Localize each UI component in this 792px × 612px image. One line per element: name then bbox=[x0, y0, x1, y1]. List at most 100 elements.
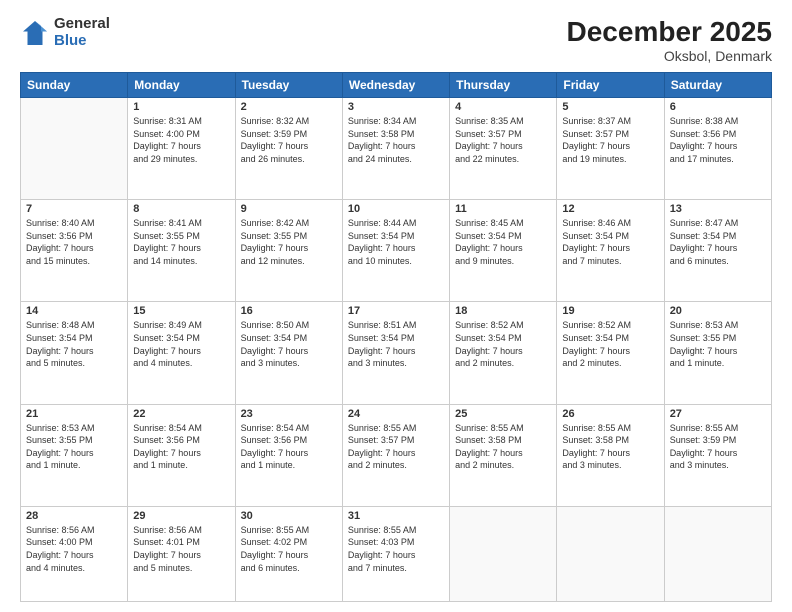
col-thursday: Thursday bbox=[450, 73, 557, 98]
table-row: 10 Sunrise: 8:44 AMSunset: 3:54 PMDayligh… bbox=[342, 200, 449, 302]
day-number: 13 bbox=[670, 203, 766, 215]
calendar-table: Sunday Monday Tuesday Wednesday Thursday… bbox=[20, 72, 772, 602]
table-row: 3Sunrise: 8:34 AMSunset: 3:58 PMDaylight… bbox=[342, 98, 449, 200]
col-sunday: Sunday bbox=[21, 73, 128, 98]
table-row: 1 Sunrise: 8:31 AMSunset: 4:00 PMDaylight… bbox=[128, 98, 235, 200]
day-number: 12 bbox=[562, 203, 658, 215]
table-row: 9 Sunrise: 8:42 AMSunset: 3:55 PMDaylight… bbox=[235, 200, 342, 302]
day-number: 29 bbox=[133, 510, 229, 522]
day-info: Sunrise: 8:52 AMSunset: 3:54 PMDaylight:… bbox=[455, 319, 551, 369]
table-row: 13Sunrise: 8:47 AMSunset: 3:54 PMDayligh… bbox=[664, 200, 771, 302]
table-row: 14Sunrise: 8:48 AMSunset: 3:54 PMDayligh… bbox=[21, 302, 128, 404]
table-row bbox=[664, 506, 771, 601]
table-row: 19 Sunrise: 8:52 AMSunset: 3:54 PMDayligh… bbox=[557, 302, 664, 404]
day-info: Sunrise: 8:35 AMSunset: 3:57 PMDaylight:… bbox=[455, 115, 551, 165]
day-info: Sunrise: 8:32 AMSunset: 3:59 PMDaylight:… bbox=[241, 115, 337, 165]
day-info: Sunrise: 8:31 AMSunset: 4:00 PMDaylight:… bbox=[133, 115, 229, 165]
day-info: Sunrise: 8:53 AMSunset: 3:55 PMDaylight:… bbox=[670, 319, 766, 369]
day-info: Sunrise: 8:55 AMSunset: 3:57 PMDaylight:… bbox=[348, 422, 444, 472]
table-row: 25 Sunrise: 8:55 AMSunset: 3:58 PMDayligh… bbox=[450, 404, 557, 506]
day-info: Sunrise: 8:37 AMSunset: 3:57 PMDaylight:… bbox=[562, 115, 658, 165]
day-number: 15 bbox=[133, 305, 229, 317]
day-number: 18 bbox=[455, 305, 551, 317]
logo: General Blue bbox=[20, 16, 110, 49]
subtitle: Oksbol, Denmark bbox=[567, 48, 772, 64]
day-info: Sunrise: 8:55 AMSunset: 3:58 PMDaylight:… bbox=[455, 422, 551, 472]
day-number: 5 bbox=[562, 101, 658, 113]
day-number: 4 bbox=[455, 101, 551, 113]
col-friday: Friday bbox=[557, 73, 664, 98]
day-number: 19 bbox=[562, 305, 658, 317]
day-info: Sunrise: 8:55 AMSunset: 3:58 PMDaylight:… bbox=[562, 422, 658, 472]
table-row bbox=[557, 506, 664, 601]
table-row: 4 Sunrise: 8:35 AMSunset: 3:57 PMDaylight… bbox=[450, 98, 557, 200]
day-number: 7 bbox=[26, 203, 122, 215]
day-number: 16 bbox=[241, 305, 337, 317]
day-info: Sunrise: 8:45 AMSunset: 3:54 PMDaylight:… bbox=[455, 217, 551, 267]
day-number: 27 bbox=[670, 408, 766, 420]
table-row: 16Sunrise: 8:50 AMSunset: 3:54 PMDayligh… bbox=[235, 302, 342, 404]
day-number: 10 bbox=[348, 203, 444, 215]
table-row: 20 Sunrise: 8:53 AMSunset: 3:55 PMDayligh… bbox=[664, 302, 771, 404]
day-number: 20 bbox=[670, 305, 766, 317]
title-block: December 2025 Oksbol, Denmark bbox=[567, 16, 772, 64]
day-info: Sunrise: 8:46 AMSunset: 3:54 PMDaylight:… bbox=[562, 217, 658, 267]
table-row: 8 Sunrise: 8:41 AMSunset: 3:55 PMDaylight… bbox=[128, 200, 235, 302]
calendar-header-row: Sunday Monday Tuesday Wednesday Thursday… bbox=[21, 73, 772, 98]
table-row: 7 Sunrise: 8:40 AMSunset: 3:56 PMDaylight… bbox=[21, 200, 128, 302]
table-row: 27 Sunrise: 8:55 AMSunset: 3:59 PMDayligh… bbox=[664, 404, 771, 506]
day-info: Sunrise: 8:40 AMSunset: 3:56 PMDaylight:… bbox=[26, 217, 122, 267]
day-number: 6 bbox=[670, 101, 766, 113]
table-row bbox=[21, 98, 128, 200]
day-number: 24 bbox=[348, 408, 444, 420]
table-row: 6Sunrise: 8:38 AMSunset: 3:56 PMDaylight… bbox=[664, 98, 771, 200]
day-number: 11 bbox=[455, 203, 551, 215]
table-row: 28Sunrise: 8:56 AMSunset: 4:00 PMDayligh… bbox=[21, 506, 128, 601]
day-info: Sunrise: 8:55 AMSunset: 4:02 PMDaylight:… bbox=[241, 524, 337, 574]
day-info: Sunrise: 8:42 AMSunset: 3:55 PMDaylight:… bbox=[241, 217, 337, 267]
day-number: 14 bbox=[26, 305, 122, 317]
table-row: 24 Sunrise: 8:55 AMSunset: 3:57 PMDayligh… bbox=[342, 404, 449, 506]
day-number: 8 bbox=[133, 203, 229, 215]
day-info: Sunrise: 8:34 AMSunset: 3:58 PMDaylight:… bbox=[348, 115, 444, 165]
table-row: 18 Sunrise: 8:52 AMSunset: 3:54 PMDayligh… bbox=[450, 302, 557, 404]
page: General Blue December 2025 Oksbol, Denma… bbox=[0, 0, 792, 612]
day-number: 1 bbox=[133, 101, 229, 113]
day-number: 25 bbox=[455, 408, 551, 420]
table-row: 17 Sunrise: 8:51 AMSunset: 3:54 PMDayligh… bbox=[342, 302, 449, 404]
day-info: Sunrise: 8:52 AMSunset: 3:54 PMDaylight:… bbox=[562, 319, 658, 369]
table-row: 11 Sunrise: 8:45 AMSunset: 3:54 PMDayligh… bbox=[450, 200, 557, 302]
table-row: 12 Sunrise: 8:46 AMSunset: 3:54 PMDayligh… bbox=[557, 200, 664, 302]
col-monday: Monday bbox=[128, 73, 235, 98]
day-number: 28 bbox=[26, 510, 122, 522]
table-row: 21Sunrise: 8:53 AMSunset: 3:55 PMDayligh… bbox=[21, 404, 128, 506]
table-row: 30 Sunrise: 8:55 AMSunset: 4:02 PMDayligh… bbox=[235, 506, 342, 601]
day-info: Sunrise: 8:56 AMSunset: 4:01 PMDaylight:… bbox=[133, 524, 229, 574]
day-number: 31 bbox=[348, 510, 444, 522]
col-saturday: Saturday bbox=[664, 73, 771, 98]
day-number: 17 bbox=[348, 305, 444, 317]
table-row bbox=[450, 506, 557, 601]
logo-text: General Blue bbox=[54, 16, 110, 49]
table-row: 22 Sunrise: 8:54 AMSunset: 3:56 PMDayligh… bbox=[128, 404, 235, 506]
table-row: 23Sunrise: 8:54 AMSunset: 3:56 PMDayligh… bbox=[235, 404, 342, 506]
day-info: Sunrise: 8:44 AMSunset: 3:54 PMDaylight:… bbox=[348, 217, 444, 267]
day-info: Sunrise: 8:54 AMSunset: 3:56 PMDaylight:… bbox=[241, 422, 337, 472]
day-number: 22 bbox=[133, 408, 229, 420]
day-number: 9 bbox=[241, 203, 337, 215]
day-info: Sunrise: 8:49 AMSunset: 3:54 PMDaylight:… bbox=[133, 319, 229, 369]
day-info: Sunrise: 8:53 AMSunset: 3:55 PMDaylight:… bbox=[26, 422, 122, 472]
logo-general: General bbox=[54, 16, 110, 33]
day-info: Sunrise: 8:55 AMSunset: 3:59 PMDaylight:… bbox=[670, 422, 766, 472]
day-info: Sunrise: 8:41 AMSunset: 3:55 PMDaylight:… bbox=[133, 217, 229, 267]
col-wednesday: Wednesday bbox=[342, 73, 449, 98]
col-tuesday: Tuesday bbox=[235, 73, 342, 98]
day-info: Sunrise: 8:51 AMSunset: 3:54 PMDaylight:… bbox=[348, 319, 444, 369]
table-row: 15 Sunrise: 8:49 AMSunset: 3:54 PMDayligh… bbox=[128, 302, 235, 404]
day-info: Sunrise: 8:54 AMSunset: 3:56 PMDaylight:… bbox=[133, 422, 229, 472]
logo-blue: Blue bbox=[54, 33, 110, 50]
table-row: 2Sunrise: 8:32 AMSunset: 3:59 PMDaylight… bbox=[235, 98, 342, 200]
table-row: 5 Sunrise: 8:37 AMSunset: 3:57 PMDaylight… bbox=[557, 98, 664, 200]
day-number: 30 bbox=[241, 510, 337, 522]
day-number: 26 bbox=[562, 408, 658, 420]
